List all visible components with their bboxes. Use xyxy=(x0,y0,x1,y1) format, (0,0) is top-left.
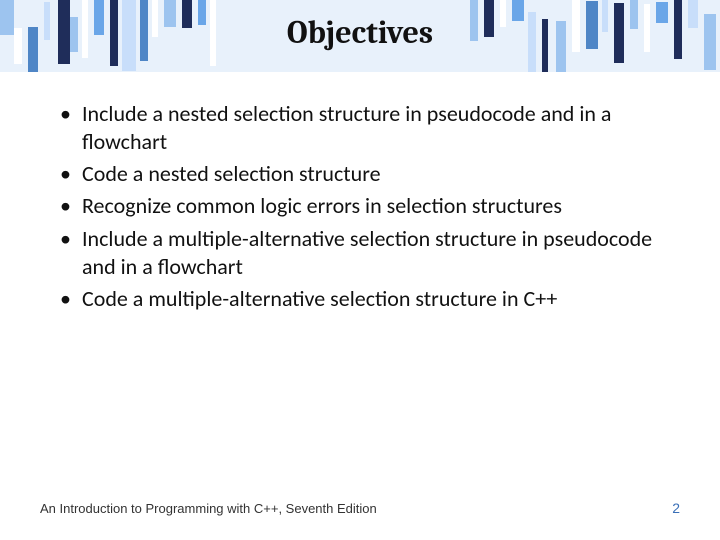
bullet-text: Code a multiple-alternative selection st… xyxy=(82,285,557,312)
objectives-list: Include a nested selection structure in … xyxy=(56,100,666,313)
list-item: Code a nested selection structure xyxy=(56,160,666,188)
slide-title: Objectives xyxy=(0,14,720,51)
bullet-text: Recognize common logic errors in selecti… xyxy=(82,192,562,219)
slide-body: Include a nested selection structure in … xyxy=(56,100,666,317)
bullet-text: Include a multiple-alternative selection… xyxy=(82,225,652,280)
list-item: Recognize common logic errors in selecti… xyxy=(56,192,666,220)
list-item: Include a nested selection structure in … xyxy=(56,100,666,156)
bullet-text: Code a nested selection structure xyxy=(82,160,381,187)
page-number: 2 xyxy=(672,500,680,516)
list-item: Code a multiple-alternative selection st… xyxy=(56,285,666,313)
list-item: Include a multiple-alternative selection… xyxy=(56,225,666,281)
footer-text: An Introduction to Programming with C++,… xyxy=(40,501,377,516)
bullet-text: Include a nested selection structure in … xyxy=(82,100,611,155)
slide-footer: An Introduction to Programming with C++,… xyxy=(40,500,680,516)
